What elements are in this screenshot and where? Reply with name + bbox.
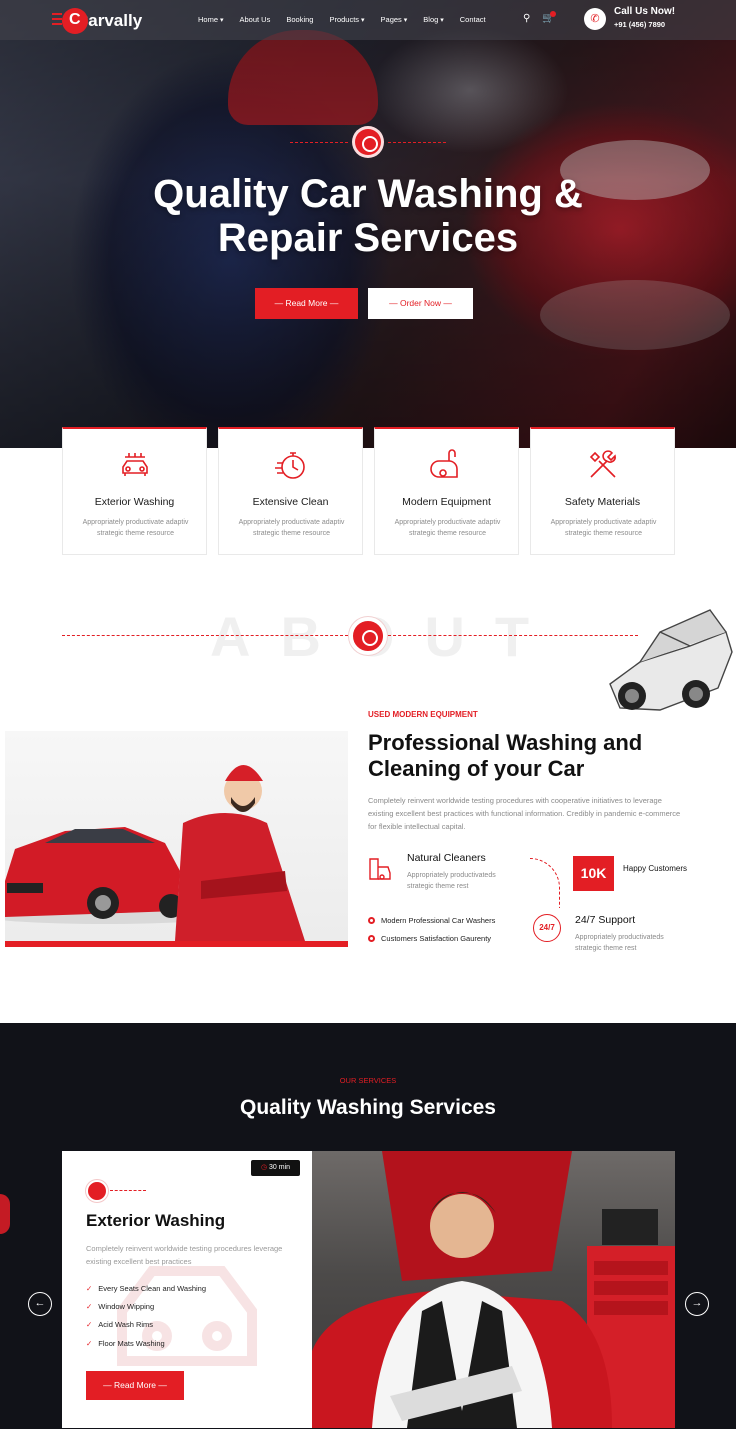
- order-now-label: Order Now: [399, 298, 442, 308]
- stat-label: Happy Customers: [623, 864, 688, 873]
- read-more-label: Read More: [285, 298, 328, 308]
- services-eyebrow: OUR SERVICES: [339, 1076, 397, 1085]
- check-icon: ✓: [86, 1320, 93, 1329]
- nav-pages[interactable]: Pages: [381, 15, 408, 24]
- feature-title: Safety Materials: [564, 496, 641, 508]
- badge-divider: [110, 1190, 146, 1191]
- support-desc: Appropriately productivateds strategic th…: [575, 934, 664, 952]
- about-title-line2: Cleaning of your Car: [368, 756, 585, 781]
- service-read-more-button[interactable]: — Read More —: [86, 1371, 184, 1400]
- feature-title: Natural Cleaners: [407, 852, 486, 864]
- list-item: ✓ Floor Mats Washing: [86, 1339, 165, 1348]
- hero-divider-right: [388, 142, 446, 143]
- service-title: Exterior Washing: [86, 1211, 226, 1230]
- logo-icon: [52, 8, 88, 34]
- hero-section: Carvally Home About Us Booking Products …: [0, 0, 736, 448]
- bullet-icon: [368, 917, 375, 924]
- nav-about-us[interactable]: About Us: [239, 15, 270, 24]
- services-title: Quality Washing Services: [240, 1096, 496, 1119]
- call-title: Call Us Now!: [614, 6, 676, 17]
- feature-card[interactable]: Exterior Washing Appropriately productiv…: [62, 427, 207, 555]
- dashed-connector: [530, 858, 560, 908]
- prev-slide-peek: [0, 1194, 10, 1234]
- read-more-button[interactable]: — Read More —: [255, 288, 358, 319]
- support-icon: 24/7: [533, 914, 561, 942]
- nav-home[interactable]: Home: [198, 15, 223, 24]
- car-wash-icon: [117, 447, 153, 483]
- page: Carvally Home About Us Booking Products …: [0, 0, 736, 1429]
- feature-desc: Appropriately productivate adaptiv strate…: [394, 519, 501, 537]
- cleaner-icon: [368, 855, 392, 886]
- nav-blog[interactable]: Blog: [423, 15, 443, 24]
- about-image: [5, 731, 348, 947]
- about-eyebrow: USED MODERN EQUIPMENT: [368, 710, 478, 719]
- bullet-icon: [368, 935, 375, 942]
- stat-value: 10K: [573, 856, 614, 891]
- order-now-button[interactable]: — Order Now —: [368, 288, 473, 319]
- hero-divider-left: [290, 142, 348, 143]
- check-item: Modern Professional Car Washers: [368, 916, 495, 925]
- feature-desc: Appropriately productivate adaptiv strate…: [550, 519, 657, 537]
- stopwatch-icon: [273, 447, 309, 483]
- hero-title: Quality Car Washing & Repair Services: [0, 172, 736, 260]
- call-phone[interactable]: +91 (456) 7890: [614, 20, 665, 29]
- service-photo: [312, 1151, 675, 1428]
- check-icon: ✓: [86, 1302, 93, 1311]
- service-description: Completely reinvent worldwide testing pr…: [86, 1244, 283, 1266]
- search-icon[interactable]: ⚲: [523, 13, 530, 24]
- feature-title: Extensive Clean: [252, 496, 329, 508]
- steering-wheel-icon: [86, 1180, 108, 1202]
- cart-badge: [550, 11, 556, 17]
- about-title-line1: Professional Washing and: [368, 730, 643, 755]
- feature-card[interactable]: Safety Materials Appropriately productiv…: [530, 427, 675, 555]
- feature-title: Exterior Washing: [94, 496, 175, 508]
- clock-icon: ◷: [260, 1164, 268, 1171]
- list-item: ✓ Acid Wash Rims: [86, 1320, 154, 1329]
- feature-desc: Appropriately productivate adaptiv strate…: [82, 519, 189, 537]
- about-divider-left: [62, 635, 348, 636]
- hero-title-line1: Quality Car Washing &: [153, 172, 583, 216]
- feature-desc: Appropriately productivate adaptiv strate…: [238, 519, 345, 537]
- logo[interactable]: Carvally: [52, 8, 142, 34]
- feature-title: Modern Equipment: [402, 496, 491, 508]
- time-badge: ◷ 30 min: [251, 1160, 300, 1176]
- next-arrow-button[interactable]: →: [685, 1292, 709, 1316]
- tools-icon: [585, 447, 621, 483]
- main-nav: Home About Us Booking Products Pages Blo…: [198, 15, 486, 24]
- check-item: Customers Satisfaction Gaurenty: [368, 934, 491, 943]
- hero-title-line2: Repair Services: [217, 216, 519, 260]
- prev-arrow-button[interactable]: ←: [28, 1292, 52, 1316]
- steering-wheel-icon: [349, 617, 387, 655]
- feature-desc: Appropriately productivateds strategic th…: [407, 872, 496, 890]
- feature-card[interactable]: Modern Equipment Appropriately productiv…: [374, 427, 519, 555]
- vacuum-icon: [429, 447, 465, 483]
- about-description: Completely reinvent worldwide testing pr…: [368, 796, 681, 831]
- list-item: ✓ Window Wipping: [86, 1302, 155, 1311]
- nav-contact[interactable]: Contact: [460, 15, 486, 24]
- car-illustration: [609, 609, 733, 711]
- about-title: Professional Washing and Cleaning of you…: [368, 730, 668, 782]
- phone-icon[interactable]: ✆: [584, 8, 606, 30]
- list-item: ✓ Every Seats Clean and Washing: [86, 1284, 206, 1293]
- steering-wheel-icon: [352, 126, 384, 158]
- check-icon: ✓: [86, 1339, 93, 1348]
- nav-products[interactable]: Products: [329, 15, 364, 24]
- feature-card[interactable]: Extensive Clean Appropriately productiva…: [218, 427, 363, 555]
- nav-booking[interactable]: Booking: [286, 15, 313, 24]
- support-title: 24/7 Support: [575, 914, 636, 926]
- check-icon: ✓: [86, 1284, 93, 1293]
